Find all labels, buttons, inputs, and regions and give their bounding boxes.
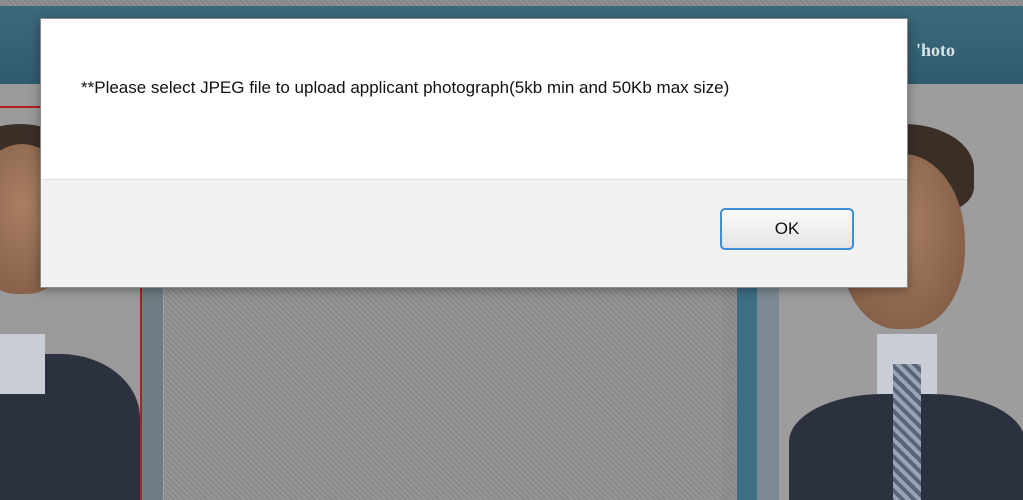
dialog-footer: OK [41,179,907,287]
alert-dialog: **Please select JPEG file to upload appl… [40,18,908,288]
ok-button[interactable]: OK [720,208,854,250]
alert-message: **Please select JPEG file to upload appl… [81,78,730,97]
